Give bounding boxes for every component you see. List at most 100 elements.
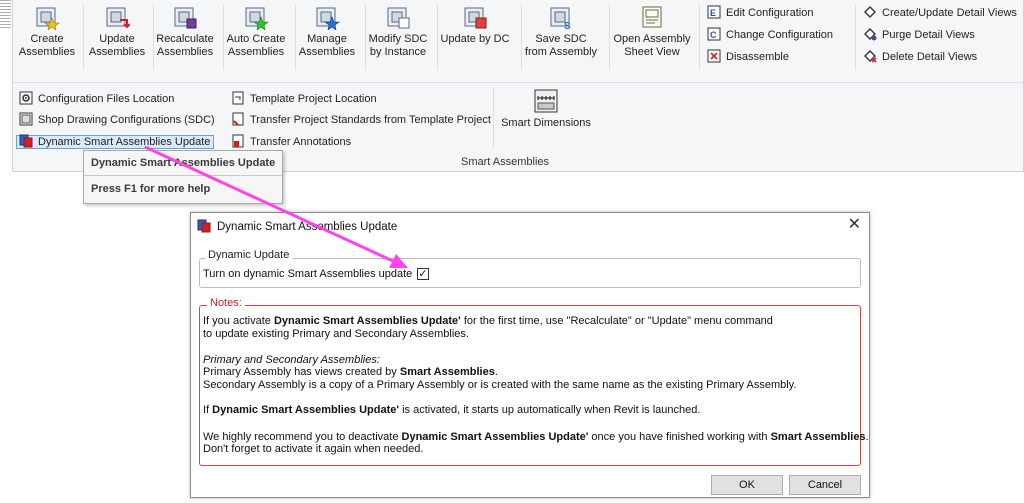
edit-configuration-button[interactable]: E Edit Configuration: [707, 4, 813, 22]
disassemble-icon: [707, 49, 721, 63]
dynamic-update-icon: [19, 134, 33, 148]
delete-detail-views-label: Delete Detail Views: [882, 51, 978, 63]
svg-text:E: E: [710, 8, 716, 18]
auto-create-assemblies-icon: [245, 7, 269, 30]
transfer-project-standards-button[interactable]: Transfer Project Standards from Template…: [231, 111, 491, 129]
note-text: .: [494, 366, 498, 378]
cancel-button[interactable]: Cancel: [789, 475, 861, 495]
note-line-7: We highly recommend you to deactivate Dy…: [203, 431, 869, 443]
dialog-app-icon: [197, 219, 211, 233]
recalculate-assemblies-icon: [174, 7, 197, 29]
create-assemblies-line1: Create: [30, 33, 64, 45]
recalculate-assemblies-button[interactable]: Recalculate Assemblies: [153, 4, 217, 66]
checkbox-label[interactable]: Turn on dynamic Smart Assemblies update: [203, 268, 412, 280]
separator: [699, 4, 700, 70]
delete-detail-views-icon: [864, 50, 877, 63]
note-text: We highly recommend you to deactivate: [203, 431, 402, 443]
note-line-4: Primary Assembly has views created by Sm…: [203, 366, 498, 378]
note-line-3: Primary and Secondary Assemblies:: [203, 354, 380, 366]
transfer-standards-label: Transfer Project Standards from Template…: [250, 114, 491, 126]
change-configuration-button[interactable]: C Change Configuration: [707, 26, 833, 44]
transfer-annotations-button[interactable]: Transfer Annotations: [231, 133, 351, 151]
dynamic-update-group-label: Dynamic Update: [205, 249, 293, 261]
note-bold: Dynamic Smart Assemblies Update': [212, 404, 400, 416]
notes-label: Notes:: [207, 297, 245, 309]
save-sdc-from-assembly-button[interactable]: S Save SDC from Assembly: [521, 4, 601, 66]
open-assembly-line2: Sheet View: [624, 46, 680, 58]
open-assembly-sheet-view-button[interactable]: Open Assembly Sheet View: [609, 4, 695, 66]
smart-dimensions-label: Smart Dimensions: [501, 117, 591, 129]
create-assemblies-icon: [36, 7, 60, 30]
edit-config-label: Edit Configuration: [726, 7, 814, 19]
note-bold: Smart Assemblies: [770, 431, 866, 443]
toolbar-grip[interactable]: [0, 0, 11, 30]
update-assemblies-line2: Assemblies: [88, 46, 146, 58]
create-assemblies-line2: Assemblies: [18, 46, 76, 58]
sdc-label: Shop Drawing Configurations (SDC): [38, 114, 215, 126]
create-assemblies-button[interactable]: Create Assemblies: [15, 4, 79, 66]
tooltip-divider: [84, 175, 282, 176]
transfer-standards-icon: [232, 112, 244, 126]
update-by-dc-icon: [464, 7, 487, 29]
note-line-2: to update existing Primary and Secondary…: [203, 328, 469, 340]
manage-assemblies-line2: Assemblies: [298, 46, 356, 58]
separator: [493, 88, 494, 148]
template-location-icon: [232, 91, 244, 105]
ok-button[interactable]: OK: [711, 475, 783, 495]
recalculate-assemblies-line2: Assemblies: [156, 46, 214, 58]
auto-create-assemblies-line2: Assemblies: [227, 46, 285, 58]
note-text: for the first time, use "Recalculate" or…: [460, 315, 773, 327]
transfer-annotations-icon: [232, 134, 244, 148]
dynamic-update-label: Dynamic Smart Assemblies Update: [38, 136, 211, 148]
svg-text:C: C: [710, 30, 717, 40]
smart-dimensions-button[interactable]: Smart Dimensions: [497, 88, 595, 150]
modify-sdc-by-instance-button[interactable]: Modify SDC by Instance: [365, 4, 431, 66]
manage-assemblies-line1: Manage: [307, 33, 347, 45]
modify-sdc-line2: by Instance: [369, 46, 427, 58]
note-text: If: [203, 404, 213, 416]
disassemble-label: Disassemble: [726, 51, 789, 63]
dynamic-update-checkbox[interactable]: ✓: [417, 268, 429, 280]
tooltip-title: Dynamic Smart Assemblies Update: [91, 157, 276, 169]
note-bold: Dynamic Smart Assemblies Update': [273, 315, 461, 327]
note-bold: Smart Assemblies: [399, 366, 495, 378]
separator: [83, 4, 84, 70]
template-project-location-button[interactable]: Template Project Location: [231, 90, 377, 108]
purge-detail-views-icon: [864, 28, 877, 41]
create-detail-views-icon: [864, 6, 876, 18]
close-icon[interactable]: ✕: [848, 217, 861, 233]
configuration-files-location-button[interactable]: Configuration Files Location: [19, 90, 174, 108]
sheet-view-icon: [642, 6, 662, 28]
update-by-dc-button[interactable]: Update by DC: [437, 4, 513, 66]
sdc-icon: [19, 112, 33, 126]
modify-sdc-line1: Modify SDC: [368, 33, 428, 45]
ribbon-panel: Create Assemblies Update Assemblies Reca…: [12, 0, 1024, 172]
update-assemblies-line1: Update: [99, 33, 135, 45]
gear-icon: [19, 91, 33, 105]
auto-create-assemblies-line1: Auto Create: [226, 33, 286, 45]
dynamic-update-dialog: Dynamic Smart Assemblies Update ✕ Dynami…: [190, 212, 870, 498]
create-detail-views-label: Create/Update Detail Views: [882, 7, 1017, 19]
note-text: If you activate: [203, 315, 274, 327]
disassemble-button[interactable]: Disassemble: [707, 48, 789, 66]
separator: [855, 4, 856, 70]
create-update-detail-views-button[interactable]: Create/Update Detail Views: [863, 4, 1017, 22]
config-files-location-label: Configuration Files Location: [38, 93, 175, 105]
note-text: Primary Assembly has views created by: [203, 366, 400, 378]
manage-assemblies-button[interactable]: Manage Assemblies: [295, 4, 359, 66]
dynamic-smart-assemblies-update-button[interactable]: Dynamic Smart Assemblies Update: [16, 133, 215, 151]
open-assembly-line1: Open Assembly: [613, 33, 691, 45]
manage-assemblies-icon: [316, 7, 340, 30]
purge-detail-views-button[interactable]: Purge Detail Views: [863, 26, 975, 44]
note-line-6: If Dynamic Smart Assemblies Update' is a…: [203, 404, 700, 416]
svg-text:S: S: [564, 21, 571, 30]
delete-detail-views-button[interactable]: Delete Detail Views: [863, 48, 977, 66]
template-location-label: Template Project Location: [250, 93, 377, 105]
shop-drawing-configurations-button[interactable]: Shop Drawing Configurations (SDC): [19, 111, 215, 129]
update-assemblies-button[interactable]: Update Assemblies: [85, 4, 149, 66]
dynamic-update-highlight: Dynamic Smart Assemblies Update: [16, 134, 215, 149]
recalculate-assemblies-line1: Recalculate: [156, 33, 214, 45]
auto-create-assemblies-button[interactable]: Auto Create Assemblies: [223, 4, 289, 66]
smart-dimensions-icon: [534, 89, 558, 113]
note-text: is activated, it starts up automatically…: [399, 404, 701, 416]
